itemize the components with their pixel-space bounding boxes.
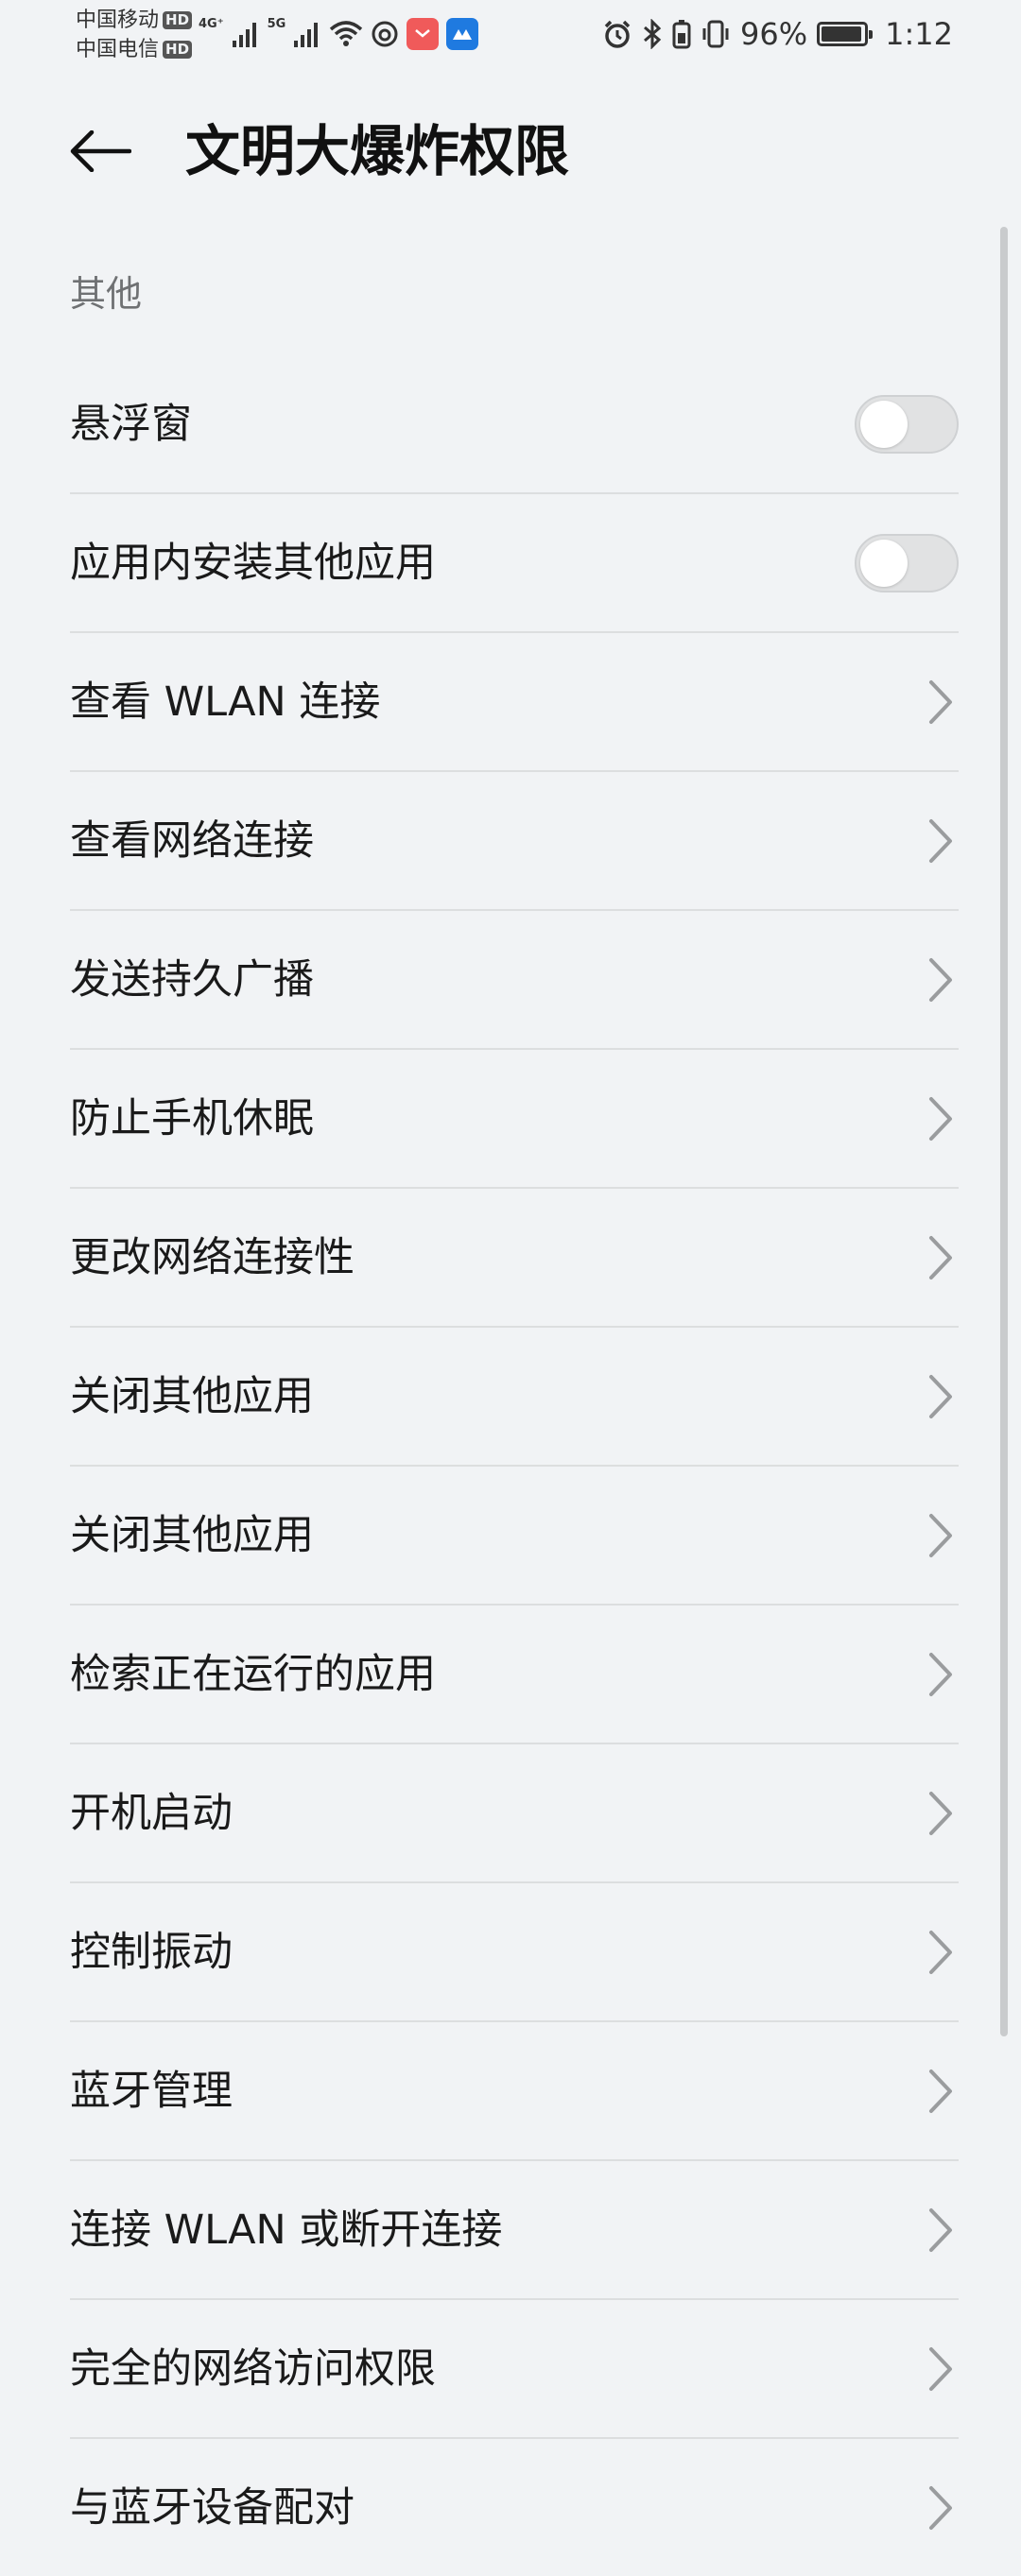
alarm-icon (604, 20, 631, 48)
permission-item-label: 关闭其他应用 (70, 1372, 314, 1420)
chevron-right-icon (929, 1652, 952, 1696)
netease-app-icon (372, 21, 398, 47)
chevron-right-icon (929, 679, 952, 724)
back-button[interactable] (62, 113, 138, 189)
page-title: 文明大爆炸权限 (185, 119, 570, 183)
permission-item-label: 应用内安装其他应用 (70, 539, 436, 587)
hd-badge-2: HD (163, 41, 193, 59)
chevron-right-icon (929, 2485, 952, 2530)
chevron-right-icon (929, 1374, 952, 1418)
permission-item[interactable]: 控制振动 (70, 1881, 959, 2020)
permission-item[interactable]: 连接 WLAN 或断开连接 (70, 2159, 959, 2298)
permission-item[interactable]: 防止手机休眠 (70, 1048, 959, 1187)
chevron-right-icon (929, 2207, 952, 2252)
battery-icon (817, 22, 874, 46)
vibrate-icon (702, 20, 729, 48)
battery-percent: 96% (740, 16, 808, 52)
permission-item[interactable]: 查看 WLAN 连接 (70, 631, 959, 770)
chevron-right-icon (929, 1930, 952, 1974)
battery-saver-icon (672, 20, 691, 49)
back-arrow-icon (70, 130, 131, 172)
permission-item[interactable]: 完全的网络访问权限 (70, 2298, 959, 2437)
status-bar: 中国移动 HD 中国电信 HD 4G⁺ 5G 96% 1:12 (0, 0, 1021, 68)
red-app-icon (407, 18, 440, 50)
carrier-info: 中国移动 HD 中国电信 HD (76, 6, 193, 64)
scrollbar[interactable] (1000, 227, 1008, 2036)
chevron-right-icon (929, 1513, 952, 1557)
status-right-icons: 96% 1:12 (602, 13, 953, 55)
permission-toggle[interactable] (855, 533, 959, 592)
chevron-right-icon (929, 957, 952, 1002)
chevron-right-icon (929, 2346, 952, 2391)
carrier-2-label: 中国电信 (76, 38, 160, 61)
permission-item-label: 更改网络连接性 (70, 1233, 355, 1281)
app-bar: 文明大爆炸权限 (0, 94, 1021, 208)
permission-item-label: 防止手机休眠 (70, 1094, 314, 1142)
permission-item-label: 发送持久广播 (70, 955, 314, 1004)
permission-item[interactable]: 悬浮窗 (70, 355, 959, 492)
status-left-icons: 4G⁺ 5G (199, 13, 479, 55)
permission-item[interactable]: 蓝牙管理 (70, 2020, 959, 2159)
section-header-other: 其他 (70, 273, 143, 315)
carrier-1-label: 中国移动 (76, 9, 160, 32)
permission-item[interactable]: 开机启动 (70, 1743, 959, 1881)
permission-toggle[interactable] (855, 394, 959, 454)
network-type-2: 5G (267, 17, 286, 31)
permission-item[interactable]: 发送持久广播 (70, 909, 959, 1048)
permission-item[interactable]: 更改网络连接性 (70, 1187, 959, 1326)
permission-item-label: 蓝牙管理 (70, 2067, 233, 2115)
blue-app-icon (446, 18, 479, 50)
permission-item[interactable]: 关闭其他应用 (70, 1465, 959, 1604)
permission-item-label: 查看网络连接 (70, 816, 314, 865)
permission-item[interactable]: 检索正在运行的应用 (70, 1604, 959, 1743)
permission-item-label: 完全的网络访问权限 (70, 2344, 436, 2393)
permission-item-label: 开机启动 (70, 1789, 233, 1837)
chevron-right-icon (929, 1096, 952, 1141)
permission-item-label: 关闭其他应用 (70, 1511, 314, 1559)
chevron-right-icon (929, 1235, 952, 1279)
permission-item-label: 控制振动 (70, 1928, 233, 1976)
status-time: 1:12 (885, 16, 953, 52)
network-type-1: 4G⁺ (199, 17, 224, 31)
permission-item[interactable]: 与蓝牙设备配对 (70, 2437, 959, 2576)
permission-item[interactable]: 应用内安装其他应用 (70, 492, 959, 631)
permission-item-label: 查看 WLAN 连接 (70, 678, 381, 726)
permission-item-label: 悬浮窗 (70, 400, 192, 448)
toggle-knob (860, 400, 908, 448)
permission-item[interactable]: 关闭其他应用 (70, 1326, 959, 1465)
chevron-right-icon (929, 2069, 952, 2113)
permission-item-label: 检索正在运行的应用 (70, 1650, 436, 1698)
hd-badge-1: HD (163, 11, 193, 29)
bluetooth-icon (644, 19, 662, 49)
permission-item-label: 与蓝牙设备配对 (70, 2483, 355, 2532)
signal-icon (294, 23, 319, 47)
chevron-right-icon (929, 1791, 952, 1835)
permission-item[interactable]: 查看网络连接 (70, 770, 959, 909)
permission-item-label: 连接 WLAN 或断开连接 (70, 2206, 503, 2254)
signal-icon (232, 23, 256, 47)
wifi-icon (330, 21, 363, 46)
permission-list: 悬浮窗应用内安装其他应用 查看 WLAN 连接 查看网络连接 发送持久广播 防止手机休眠… (70, 355, 959, 2576)
toggle-knob (860, 539, 908, 587)
battery-level-fill (822, 26, 862, 42)
chevron-right-icon (929, 818, 952, 863)
